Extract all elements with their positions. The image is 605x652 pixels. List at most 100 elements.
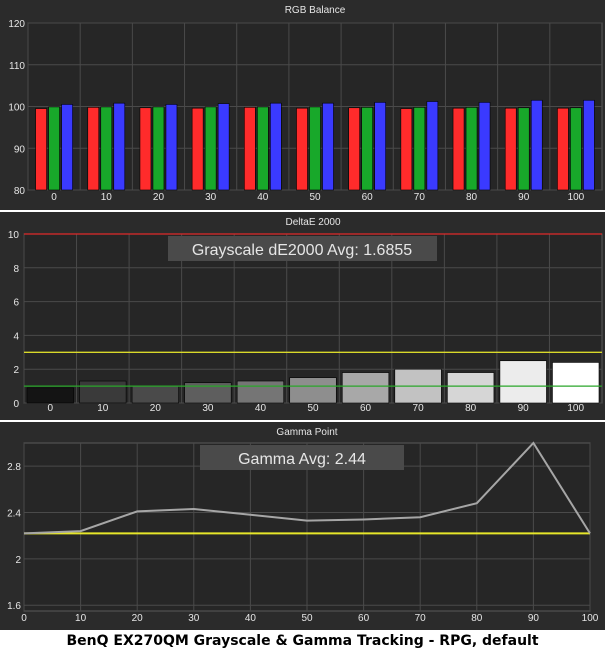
x-tick-label: 10 — [97, 403, 109, 414]
bar-green — [413, 107, 426, 191]
bar-red — [35, 108, 47, 191]
x-tick-label: 60 — [362, 192, 374, 203]
y-tick-label: 2 — [13, 365, 19, 376]
bar-deltae — [341, 372, 390, 404]
x-tick-label: 30 — [188, 613, 200, 624]
bar-blue — [530, 99, 543, 191]
bar-red — [348, 107, 360, 191]
bar-red — [191, 107, 204, 191]
bar-green — [517, 107, 530, 191]
x-tick-label: 30 — [202, 403, 214, 414]
bar-red — [139, 107, 152, 191]
y-tick-label: 100 — [8, 103, 25, 114]
bar-green — [257, 106, 269, 191]
chart-title: RGB Balance — [285, 5, 346, 16]
y-tick-label: 10 — [8, 230, 20, 241]
bar-green — [361, 107, 373, 191]
bar-green — [100, 106, 113, 191]
chart-panel-1: RGB Balance 80 90 100 110 120 0 10 20 30 40 50 60 70 8… — [0, 0, 605, 210]
x-tick-label: 80 — [471, 613, 483, 624]
bar-blue — [61, 104, 73, 191]
bar-blue — [583, 99, 595, 191]
bar-blue — [217, 103, 230, 191]
x-tick-label: 70 — [414, 192, 426, 203]
x-tick-label: 60 — [360, 403, 372, 414]
x-tick-label: 0 — [21, 613, 27, 624]
x-tick-label: 20 — [153, 192, 165, 203]
y-tick-label: 4 — [13, 331, 19, 342]
x-tick-label: 90 — [518, 192, 530, 203]
y-tick-label: 120 — [8, 19, 25, 30]
chart-panel-3: Gamma Point 1.6 2 2.4 2.8 0 10 20 30 40 50 60 70 80 90… — [0, 422, 605, 630]
bar-green — [570, 107, 582, 191]
bar-blue — [374, 102, 386, 191]
x-tick-label: 10 — [75, 613, 87, 624]
bar-green — [204, 106, 217, 191]
bar-deltae — [79, 380, 127, 404]
x-tick-label: 0 — [47, 403, 53, 414]
bar-green — [48, 106, 60, 191]
x-tick-label: 40 — [245, 613, 257, 624]
x-tick-label: 70 — [415, 613, 427, 624]
y-tick-label: 80 — [14, 186, 26, 197]
calibration-charts: RGB Balance80901001101200 10 20 30 40 50 60 70 8… — [0, 0, 605, 630]
bar-deltae — [552, 362, 600, 404]
y-tick-label: 6 — [13, 298, 19, 309]
x-tick-label: 0 — [51, 192, 57, 203]
y-tick-label: 90 — [14, 144, 26, 155]
bar-green — [309, 106, 321, 191]
bar-deltae — [26, 387, 74, 404]
x-tick-label: 40 — [257, 192, 269, 203]
bar-deltae — [447, 372, 495, 404]
bar-red — [296, 107, 308, 191]
bar-green — [152, 106, 165, 191]
chart-title: Gamma Point — [276, 427, 337, 438]
x-tick-label: 100 — [568, 192, 585, 203]
x-tick-label: 30 — [205, 192, 217, 203]
x-tick-label: 80 — [465, 403, 477, 414]
y-tick-label: 1.6 — [7, 601, 21, 612]
x-tick-label: 60 — [358, 613, 370, 624]
bar-deltae — [236, 380, 285, 404]
x-tick-label: 10 — [101, 192, 113, 203]
bar-green — [465, 107, 478, 191]
annotation-text: Grayscale dE2000 Avg: 1.6855 — [192, 242, 412, 259]
bar-red — [244, 107, 256, 191]
bar-blue — [270, 102, 282, 191]
y-tick-label: 2 — [15, 555, 21, 566]
x-tick-label: 20 — [150, 403, 162, 414]
x-tick-label: 100 — [567, 403, 584, 414]
bar-red — [557, 107, 569, 191]
y-tick-label: 8 — [13, 264, 19, 275]
bar-blue — [426, 101, 439, 191]
figure-caption: BenQ EX270QM Grayscale & Gamma Tracking … — [66, 633, 539, 649]
y-tick-label: 0 — [13, 399, 19, 410]
bar-deltae — [289, 377, 337, 404]
x-tick-label: 90 — [518, 403, 530, 414]
bar-blue — [113, 102, 126, 191]
y-tick-label: 2.8 — [7, 462, 21, 473]
x-tick-label: 40 — [255, 403, 267, 414]
x-tick-label: 90 — [528, 613, 540, 624]
bar-red — [504, 107, 517, 191]
x-tick-label: 50 — [309, 192, 321, 203]
y-tick-label: 110 — [9, 61, 25, 72]
chart-panel-2: DeltaE 200002468100 10 20 30 40 50 60 70 80 90 100… — [0, 212, 605, 420]
bar-deltae — [499, 360, 547, 404]
y-tick-label: 2.4 — [7, 509, 21, 520]
bar-red — [400, 108, 413, 191]
bar-blue — [165, 104, 178, 191]
x-tick-label: 50 — [307, 403, 319, 414]
x-tick-label: 20 — [132, 613, 144, 624]
x-tick-label: 70 — [413, 403, 425, 414]
bar-deltae — [131, 385, 179, 404]
x-tick-label: 100 — [582, 613, 599, 624]
chart-title: DeltaE 2000 — [285, 217, 340, 228]
bar-blue — [322, 102, 334, 191]
x-tick-label: 80 — [466, 192, 478, 203]
bar-red — [452, 107, 465, 191]
annotation-text: Gamma Avg: 2.44 — [238, 451, 366, 468]
bar-red — [87, 107, 100, 191]
x-tick-label: 50 — [301, 613, 313, 624]
bar-blue — [478, 102, 491, 191]
